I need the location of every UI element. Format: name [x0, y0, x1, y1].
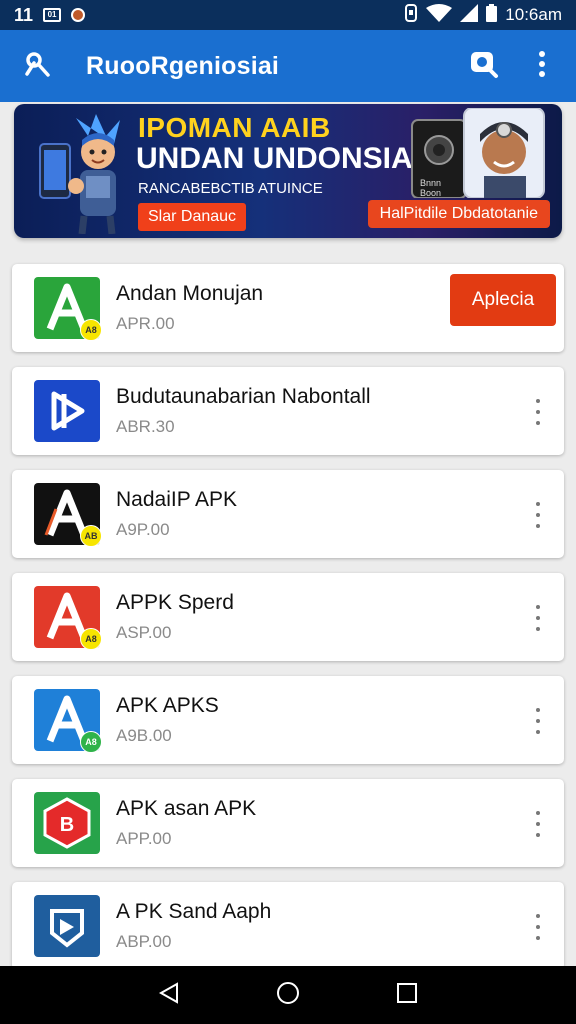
list-item[interactable]: AB NadaiIP APK A9P.00 [12, 470, 564, 558]
home-circle-icon [275, 980, 301, 1011]
app-logo-icon: A8 [34, 586, 102, 650]
nav-back-button[interactable] [149, 975, 189, 1015]
nav-home-button[interactable] [268, 975, 308, 1015]
system-navigation-bar [0, 966, 576, 1024]
banner-phone-text: Bnnn Boon [420, 178, 442, 198]
app-name: A PK Sand Aaph [116, 900, 272, 923]
app-name: NadaiIP APK [116, 488, 238, 511]
list-item[interactable]: A8 APPK Sperd ASP.00 [12, 573, 564, 661]
app-badge: AB [80, 525, 102, 547]
battery-icon [486, 3, 498, 27]
app-logo-icon [34, 380, 100, 442]
app-logo-icon: A8 [34, 277, 102, 341]
app-name: Andan Monujan [116, 282, 264, 305]
list-item[interactable]: B APK asan APK APP.00 [12, 779, 564, 867]
more-options-icon[interactable] [532, 811, 544, 837]
search-button[interactable] [466, 48, 502, 84]
status-bar: 11 01 10:6am [0, 0, 576, 30]
more-options-icon[interactable] [532, 605, 544, 631]
app-logo-icon: AB [34, 483, 102, 547]
signal-icon [460, 3, 479, 27]
app-size: APR.00 [116, 314, 175, 333]
banner-tagline: RANCABEBCTIB ATUINCE [138, 180, 323, 197]
app-size: ABP.00 [116, 932, 172, 951]
app-list: A8 Andan Monujan APR.00 Aplecia Budutaun… [12, 264, 564, 985]
app-name: Budutaunabarian Nabontall [116, 385, 371, 408]
status-left-text: 11 [14, 4, 34, 25]
status-time: 10:6am [505, 5, 562, 24]
promo-banner[interactable]: IPOMAN AAIB UNDAN UNDONSIAI RANCABEBCTIB… [14, 104, 562, 238]
recents-square-icon [396, 982, 418, 1009]
app-name: APK asan APK [116, 797, 257, 820]
install-button[interactable]: Aplecia [450, 274, 556, 326]
app-size: A9B.00 [116, 726, 172, 745]
app-badge: A8 [80, 319, 102, 341]
app-size: ASP.00 [116, 623, 172, 642]
overflow-menu-button[interactable] [524, 48, 560, 84]
list-item[interactable]: A8 Andan Monujan APR.00 Aplecia [12, 264, 564, 352]
more-options-icon[interactable] [532, 399, 544, 425]
more-options-icon[interactable] [532, 502, 544, 528]
app-logo-icon: B [34, 792, 100, 854]
mascot-illustration [36, 110, 136, 238]
list-item[interactable]: A PK Sand Aaph ABP.00 [12, 882, 564, 970]
app-logo-icon: A8 [34, 689, 102, 753]
banner-headline: IPOMAN AAIB [138, 112, 331, 143]
list-item[interactable]: Budutaunabarian Nabontall ABR.30 [12, 367, 564, 455]
app-size: ABR.30 [116, 417, 175, 436]
app-name: APK APKS [116, 694, 219, 717]
phone-and-character-illustration: Bnnn Boon [406, 107, 556, 203]
search-back-icon [22, 48, 54, 85]
app-size: A9P.00 [116, 520, 170, 539]
list-item[interactable]: A8 APK APKS A9B.00 [12, 676, 564, 764]
app-badge: A8 [80, 628, 102, 650]
app-name: APPK Sperd [116, 591, 234, 614]
vibrate-icon [404, 3, 418, 27]
back-triangle-icon [157, 981, 181, 1010]
app-badge: A8 [80, 731, 102, 753]
wifi-icon [426, 3, 453, 27]
app-logo-icon [34, 895, 100, 957]
notification-icon: 01 [43, 8, 62, 22]
nav-recents-button[interactable] [387, 975, 427, 1015]
app-notification-icon [71, 8, 86, 22]
banner-left-button[interactable]: Slar Danauc [138, 203, 247, 231]
app-bar: RuooRgeniosiai [0, 30, 576, 102]
more-vert-icon [538, 50, 546, 82]
search-icon [469, 49, 499, 84]
back-search-button[interactable] [16, 44, 60, 88]
banner-subheadline: UNDAN UNDONSIAI [136, 142, 421, 175]
banner-right-button[interactable]: HalPitdile Dbdatotanie [367, 200, 550, 228]
more-options-icon[interactable] [532, 708, 544, 734]
more-options-icon[interactable] [532, 914, 544, 940]
svg-text:B: B [60, 814, 74, 836]
app-size: APP.00 [116, 829, 172, 848]
page-title: RuooRgeniosiai [86, 51, 280, 80]
